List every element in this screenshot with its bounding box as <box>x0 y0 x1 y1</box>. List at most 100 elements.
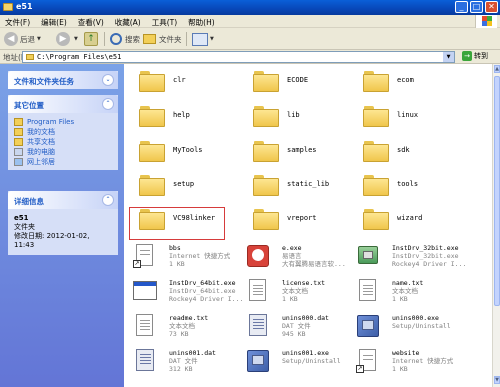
folders-button[interactable]: 文件夹 <box>143 31 182 47</box>
file-item-unins001-dat[interactable]: unins001.dat DAT 文件 312 KB <box>133 349 243 379</box>
file-type: InstDrv_32bit.exe <box>392 252 459 260</box>
computer-icon <box>14 148 23 156</box>
folder-icon <box>253 174 279 196</box>
file-item-name-txt[interactable]: name.txt 文本文档 1 KB <box>356 279 482 309</box>
chevron-down-icon: ▼ <box>74 36 78 42</box>
address-dropdown-button[interactable]: ▼ <box>443 52 454 62</box>
file-size: 312 KB <box>169 365 193 373</box>
go-arrow-icon: → <box>462 51 472 61</box>
menu-edit[interactable]: 编辑(E) <box>36 15 73 27</box>
folder-item-tools[interactable]: tools <box>363 174 463 204</box>
title-bar: e51 _ □ ✕ <box>0 0 500 15</box>
file-item-unins001-exe[interactable]: unins001.exe Setup/Uninstall <box>246 349 360 379</box>
chevron-up-icon[interactable]: ⌃ <box>102 98 114 110</box>
task-pane: 文件和文件夹任务 ⌄ 其它位置 ⌃ Program Files 我的文档 共享文… <box>0 64 124 387</box>
place-shared-documents[interactable]: 共享文档 <box>14 137 118 147</box>
scroll-down-icon[interactable]: ▼ <box>494 376 500 384</box>
minimize-button[interactable]: _ <box>455 1 468 13</box>
chevron-up-icon[interactable]: ⌃ <box>102 194 114 206</box>
folders-label: 文件夹 <box>159 34 182 44</box>
file-item-license-txt[interactable]: license.txt 文本文档 1 KB <box>246 279 360 309</box>
e-language-app-icon <box>246 244 270 268</box>
forward-arrow-icon: ▶ <box>56 32 70 46</box>
search-button[interactable]: 搜索 <box>110 31 140 47</box>
place-my-computer[interactable]: 我的电脑 <box>14 147 118 157</box>
file-type: 易语言 <box>282 252 302 260</box>
menu-tools[interactable]: 工具(T) <box>147 15 183 27</box>
close-button[interactable]: ✕ <box>485 1 498 13</box>
details-header[interactable]: 详细信息 ⌃ <box>8 191 118 209</box>
folders-icon <box>143 34 156 44</box>
folder-icon <box>363 174 389 196</box>
file-item-bbs[interactable]: ↗ bbs Internet 快捷方式 1 KB <box>133 244 243 274</box>
scroll-thumb[interactable] <box>494 76 500 306</box>
menu-favorites[interactable]: 收藏(A) <box>110 15 147 27</box>
go-button[interactable]: → 转到 <box>462 51 488 61</box>
file-name: InstDrv_32bit.exe <box>392 244 459 252</box>
file-item-e-exe[interactable]: e.exe 易语言 大有翼腾易语言软... <box>246 244 360 274</box>
file-item-instdrv-32bit[interactable]: InstDrv_32bit.exe InstDrv_32bit.exe Rock… <box>356 244 482 274</box>
folder-name: lib <box>287 111 300 119</box>
folder-item-samples[interactable]: samples <box>253 140 353 170</box>
details-panel: 详细信息 ⌃ e51 文件夹 修改日期: 2012-01-02, 11:43 <box>8 191 118 255</box>
folder-name: ECODE <box>287 76 309 84</box>
back-button[interactable]: ◀ 后退 ▼ <box>4 31 41 47</box>
place-label: 我的电脑 <box>27 148 55 156</box>
folder-icon <box>139 105 165 127</box>
file-item-readme-txt[interactable]: readme.txt 文本文档 73 KB <box>133 314 243 344</box>
other-places-header[interactable]: 其它位置 ⌃ <box>8 95 118 113</box>
folder-item-linux[interactable]: linux <box>363 105 463 135</box>
place-label: 共享文档 <box>27 138 55 146</box>
place-network[interactable]: 网上邻居 <box>14 157 118 167</box>
window-title: e51 <box>16 2 33 11</box>
scroll-up-icon[interactable]: ▲ <box>494 65 500 73</box>
place-program-files[interactable]: Program Files <box>14 117 118 127</box>
other-places-title: 其它位置 <box>14 101 44 110</box>
folder-item-ecom[interactable]: ecom <box>363 70 463 100</box>
place-my-documents[interactable]: 我的文档 <box>14 127 118 137</box>
folder-item-lib[interactable]: lib <box>253 105 353 135</box>
folder-item-vreport[interactable]: vreport <box>253 208 353 238</box>
file-type: 文本文档 <box>169 322 195 330</box>
folder-item-sdk[interactable]: sdk <box>363 140 463 170</box>
folder-item-ecode[interactable]: ECODE <box>253 70 353 100</box>
maximize-button[interactable]: □ <box>470 1 483 13</box>
back-arrow-icon: ◀ <box>4 32 18 46</box>
vertical-scrollbar[interactable]: ▲ ▼ <box>492 64 500 387</box>
text-document-icon <box>356 279 380 303</box>
folder-icon <box>3 3 13 11</box>
forward-button[interactable]: ▶ ▼ <box>56 31 78 47</box>
file-item-instdrv-64bit[interactable]: InstDrv_64bit.exe InstDrv_64bit.exe Rock… <box>133 279 243 309</box>
folder-name: linux <box>397 111 419 119</box>
up-folder-button[interactable]: ↑ <box>84 31 98 47</box>
file-name: unins000.dat <box>282 314 329 322</box>
folder-icon <box>363 208 389 230</box>
file-item-unins000-dat[interactable]: unins000.dat DAT 文件 945 KB <box>246 314 360 344</box>
folder-item-static-lib[interactable]: static_lib <box>253 174 353 204</box>
address-input[interactable]: C:\Program Files\e51 ▼ <box>22 51 455 63</box>
views-button[interactable]: ▼ <box>192 31 214 47</box>
file-size: 1 KB <box>392 365 408 373</box>
folder-item-mytools[interactable]: MyTools <box>139 140 239 170</box>
chevron-down-icon[interactable]: ⌄ <box>102 74 114 86</box>
folder-icon <box>253 70 279 92</box>
folder-item-wizard[interactable]: wizard <box>363 208 463 238</box>
folder-item-clr[interactable]: clr <box>139 70 239 100</box>
up-folder-icon: ↑ <box>84 32 98 46</box>
folder-item-setup[interactable]: setup <box>139 174 239 204</box>
file-type: 文本文档 <box>282 287 308 295</box>
file-item-unins000-exe[interactable]: unins000.exe Setup/Uninstall <box>356 314 482 344</box>
menu-file[interactable]: 文件(F) <box>0 15 36 27</box>
file-type: DAT 文件 <box>282 322 311 330</box>
place-label: Program Files <box>27 118 75 126</box>
tasks-panel-header[interactable]: 文件和文件夹任务 ⌄ <box>8 71 118 89</box>
menu-view[interactable]: 查看(V) <box>73 15 110 27</box>
folder-item-help[interactable]: help <box>139 105 239 135</box>
folder-name: wizard <box>397 214 423 222</box>
file-item-website[interactable]: ↗ website Internet 快捷方式 1 KB <box>356 349 482 379</box>
file-name: readme.txt <box>169 314 209 322</box>
dat-file-icon <box>133 349 157 373</box>
file-type: Setup/Uninstall <box>282 357 341 365</box>
file-type: Internet 快捷方式 <box>169 252 231 260</box>
menu-help[interactable]: 帮助(H) <box>183 15 221 27</box>
